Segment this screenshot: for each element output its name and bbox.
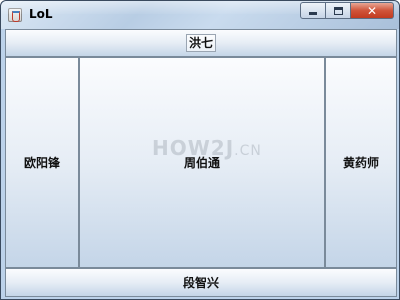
title-bar[interactable]: LoL ✕: [1, 1, 399, 29]
center-button-label: 周伯通: [183, 156, 220, 170]
north-button-label: 洪七: [185, 34, 216, 52]
south-button[interactable]: 段智兴: [5, 268, 397, 297]
minimize-icon: [309, 12, 317, 15]
west-button-label: 欧阳锋: [23, 156, 60, 170]
close-icon: ✕: [366, 3, 378, 18]
java-app-icon: [8, 8, 22, 22]
north-button[interactable]: 洪七: [5, 29, 397, 57]
close-button[interactable]: ✕: [351, 2, 394, 19]
center-button[interactable]: HOW2J.CN 周伯通: [79, 57, 325, 268]
maximize-button[interactable]: [326, 2, 351, 19]
content-pane: 洪七 欧阳锋 HOW2J.CN 周伯通 黄药师 段智兴: [5, 29, 397, 297]
east-button-label: 黄药师: [342, 156, 379, 170]
app-window: LoL ✕ 洪七 欧阳锋 HOW2J.CN 周伯通 黄药师 段智兴: [0, 0, 400, 300]
south-button-label: 段智兴: [182, 276, 219, 290]
west-button[interactable]: 欧阳锋: [5, 57, 79, 268]
watermark-suffix: .CN: [234, 143, 262, 159]
maximize-icon: [333, 6, 343, 15]
east-button[interactable]: 黄药师: [325, 57, 397, 268]
window-title: LoL: [29, 7, 53, 21]
window-controls: ✕: [300, 2, 394, 19]
minimize-button[interactable]: [300, 2, 326, 19]
